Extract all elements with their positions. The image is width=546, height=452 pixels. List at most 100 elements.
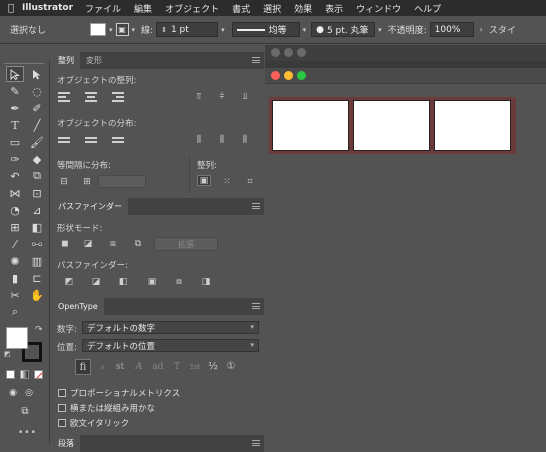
divide-icon[interactable]: ◩ <box>62 276 76 287</box>
menu-select[interactable]: 選択 <box>263 2 281 15</box>
minus-back-icon[interactable]: ◨ <box>199 276 213 287</box>
close-icon[interactable] <box>271 48 280 57</box>
rotate-tool-icon[interactable]: ↶ <box>6 168 24 184</box>
fill-swatch[interactable] <box>90 23 106 36</box>
distribute-left-icon[interactable]: ⫼ <box>192 134 206 145</box>
menu-window[interactable]: ウィンドウ <box>356 2 401 15</box>
position-select[interactable]: デフォルトの位置 ▾ <box>82 339 259 352</box>
chevron-down-icon[interactable]: ▾ <box>132 26 136 34</box>
ordinals-button[interactable]: 1st <box>188 361 202 372</box>
artboard-3[interactable] <box>434 100 511 151</box>
align-h-center-icon[interactable] <box>84 91 98 102</box>
line-tool-icon[interactable]: ╱ <box>28 117 46 133</box>
brush-definition-select[interactable]: ● 5 pt. 丸筆 <box>311 22 376 37</box>
gradient-tool-icon[interactable]: ◧ <box>28 219 46 235</box>
chevron-right-icon[interactable]: › <box>480 25 483 34</box>
tab-align[interactable]: 整列 <box>52 52 80 69</box>
fill-color-swatch[interactable] <box>6 327 28 349</box>
figure-select[interactable]: デフォルトの数字 ▾ <box>82 321 259 334</box>
menu-type[interactable]: 書式 <box>232 2 250 15</box>
exclude-icon[interactable]: ⧉ <box>131 238 145 249</box>
gradient-mode-icon[interactable] <box>20 370 29 379</box>
stroke-profile-select[interactable]: 均等 <box>231 22 300 37</box>
apple-icon[interactable]:  <box>0 3 22 14</box>
swash-button[interactable]: A <box>132 361 146 372</box>
column-graph-tool-icon[interactable]: ▥ <box>28 253 46 269</box>
eyedropper-tool-icon[interactable]: ⁄ <box>6 236 24 252</box>
blend-tool-icon[interactable]: ⧟ <box>28 236 46 252</box>
merge-icon[interactable]: ◧ <box>116 276 130 287</box>
paintbrush-tool-icon[interactable]: 🖌 <box>28 134 46 150</box>
tab-pathfinder[interactable]: パスファインダー <box>52 198 128 215</box>
expand-button[interactable]: 拡張 <box>154 237 218 251</box>
trim-icon[interactable]: ◪ <box>89 276 103 287</box>
stroke-weight-field[interactable]: ⇕ 1 pt <box>156 22 219 37</box>
panel-menu-icon[interactable] <box>252 57 260 63</box>
align-bottom-icon[interactable]: ⫫ <box>238 91 252 102</box>
discretionary-ligatures-button[interactable]: st <box>113 361 127 372</box>
horizontal-vertical-kana-checkbox[interactable] <box>58 404 66 412</box>
panel-menu-icon[interactable] <box>252 303 260 309</box>
artboard-2[interactable] <box>353 100 430 151</box>
shaper-tool-icon[interactable]: ✑ <box>6 151 24 167</box>
magic-wand-tool-icon[interactable]: ✎ <box>6 83 24 99</box>
perspective-grid-tool-icon[interactable]: ⊿ <box>28 202 46 218</box>
distribute-h-center-icon[interactable]: ⫼ <box>215 134 229 145</box>
panel-menu-icon[interactable] <box>252 440 260 446</box>
chevron-down-icon[interactable]: ▾ <box>109 26 113 34</box>
stylistic-alternates-button[interactable]: ad <box>151 361 165 372</box>
draw-mode-icon[interactable]: ◎ <box>20 385 38 401</box>
minimize-icon[interactable] <box>284 48 293 57</box>
color-mode-icon[interactable] <box>6 370 15 379</box>
chevron-down-icon[interactable]: ▾ <box>303 26 307 34</box>
menu-effect[interactable]: 効果 <box>294 2 312 15</box>
align-left-icon[interactable] <box>57 91 71 102</box>
type-tool-icon[interactable]: T <box>6 117 24 133</box>
scale-tool-icon[interactable]: ⧉ <box>28 168 46 184</box>
opacity-field[interactable]: 100% <box>429 22 474 37</box>
bar-graph-tool-icon[interactable]: ▮ <box>6 270 24 286</box>
fractions-button[interactable]: ½ <box>206 361 220 372</box>
more-tools-icon[interactable]: ••• <box>18 428 37 438</box>
menu-help[interactable]: ヘルプ <box>414 2 441 15</box>
free-transform-tool-icon[interactable]: ⊡ <box>28 185 46 201</box>
contextual-alternates-button[interactable]: ℴ <box>95 361 109 372</box>
width-tool-icon[interactable]: ⋈ <box>6 185 24 201</box>
zoom-tool-icon[interactable]: ⌕ <box>6 304 24 320</box>
outline-icon[interactable]: ⧇ <box>172 276 186 287</box>
menu-file[interactable]: ファイル <box>85 2 121 15</box>
none-mode-icon[interactable] <box>34 370 43 379</box>
mesh-tool-icon[interactable]: ⊞ <box>6 219 24 235</box>
lasso-tool-icon[interactable]: ◌ <box>28 83 46 99</box>
panel-menu-icon[interactable] <box>252 203 260 209</box>
artboard-1[interactable] <box>272 100 349 151</box>
align-to-artboard-icon[interactable]: ⌗ <box>243 176 257 187</box>
rectangle-tool-icon[interactable]: ▭ <box>6 134 24 150</box>
screen-mode-icon[interactable]: ⧉ <box>16 403 34 419</box>
distribute-v-center-icon[interactable] <box>84 134 98 145</box>
menu-object[interactable]: オブジェクト <box>165 2 219 15</box>
direct-selection-tool-icon[interactable] <box>28 66 46 82</box>
style-label[interactable]: スタイ <box>489 23 516 36</box>
crop-icon[interactable]: ▣ <box>145 276 159 287</box>
opacity-label[interactable]: 不透明度: <box>388 23 427 36</box>
circled-numbers-button[interactable]: ① <box>224 361 238 372</box>
ligatures-button[interactable]: fi <box>75 359 91 375</box>
distribute-bottom-icon[interactable] <box>111 134 125 145</box>
distribute-right-icon[interactable]: ⫼ <box>238 134 252 145</box>
maximize-icon[interactable] <box>297 48 306 57</box>
align-top-icon[interactable]: ⫪ <box>192 91 206 102</box>
artboard-tool-icon[interactable]: ⊏ <box>28 270 46 286</box>
align-to-selection-icon[interactable]: ▣ <box>197 175 211 186</box>
titling-alternates-button[interactable]: T <box>170 361 184 372</box>
symbol-sprayer-tool-icon[interactable]: ✺ <box>6 253 24 269</box>
tab-transform[interactable]: 変形 <box>80 52 108 69</box>
chevron-down-icon[interactable]: ▾ <box>221 26 225 34</box>
align-v-center-icon[interactable]: ⫩ <box>215 91 229 102</box>
menu-edit[interactable]: 編集 <box>134 2 152 15</box>
maximize-icon[interactable] <box>297 71 306 80</box>
swap-fill-stroke-icon[interactable]: ↷ <box>35 325 43 335</box>
curvature-tool-icon[interactable]: ✐ <box>28 100 46 116</box>
tab-opentype[interactable]: OpenType <box>52 298 104 315</box>
selection-tool-icon[interactable] <box>6 66 24 82</box>
